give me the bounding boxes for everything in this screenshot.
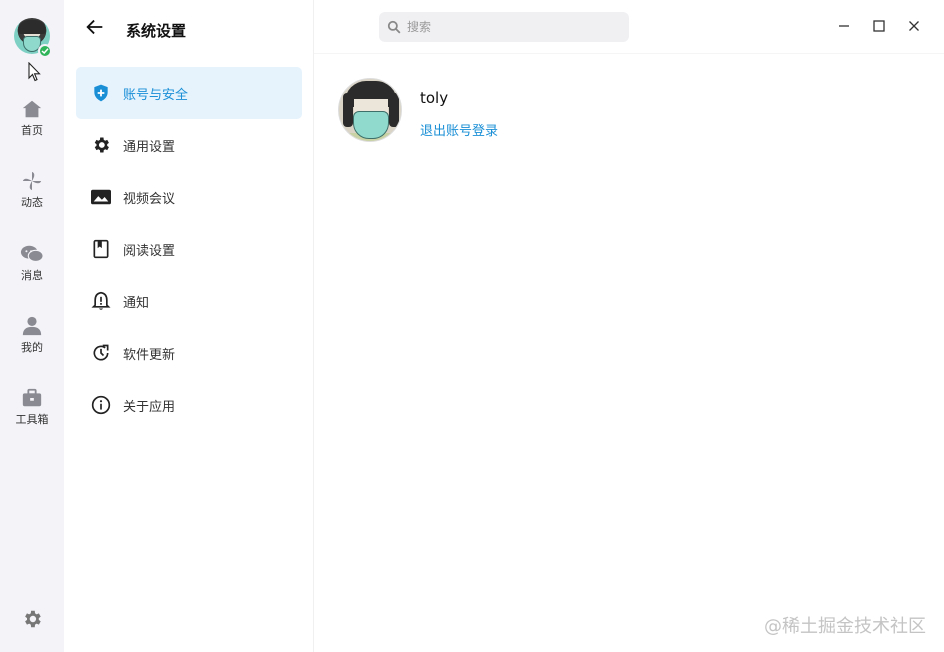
nav-item-software-update[interactable]: 软件更新 <box>76 327 302 379</box>
update-icon <box>90 342 112 364</box>
shield-plus-icon <box>90 82 112 104</box>
rail-item-label: 工具箱 <box>15 413 49 426</box>
bell-alert-icon <box>90 290 112 312</box>
user-icon <box>22 316 42 336</box>
gear-icon <box>90 134 112 156</box>
logout-link[interactable]: 退出账号登录 <box>420 120 498 139</box>
nav-item-general[interactable]: 通用设置 <box>76 119 302 171</box>
rail-item-home[interactable]: 首页 <box>0 98 64 138</box>
app-rail: 首页 动态 消息 我的 工具箱 <box>0 0 64 652</box>
search-icon <box>387 20 401 34</box>
nav-item-notification[interactable]: 通知 <box>76 275 302 327</box>
nav-item-label: 软件更新 <box>123 347 176 363</box>
maximize-button[interactable] <box>870 17 888 35</box>
online-status-icon <box>38 44 52 58</box>
nav-item-label: 通用设置 <box>123 139 176 155</box>
username: toly <box>420 89 449 107</box>
maximize-icon <box>873 20 885 32</box>
mouse-cursor-icon <box>28 62 41 82</box>
nav-item-label: 关于应用 <box>123 399 176 415</box>
watermark: @稀土掘金技术社区 <box>764 616 926 637</box>
close-icon <box>909 21 919 31</box>
video-icon <box>90 186 112 208</box>
minimize-button[interactable] <box>835 17 853 35</box>
home-icon <box>22 100 42 118</box>
nav-item-label: 通知 <box>123 295 150 311</box>
info-icon <box>90 394 112 416</box>
nav-item-label: 阅读设置 <box>123 243 176 259</box>
back-arrow-icon[interactable] <box>84 16 106 38</box>
pinwheel-icon <box>22 171 42 191</box>
nav-item-video-meeting[interactable]: 视频会议 <box>76 171 302 223</box>
minimize-icon <box>839 25 849 27</box>
rail-item-moments[interactable]: 动态 <box>0 170 64 210</box>
divider <box>314 53 944 54</box>
book-icon <box>90 238 112 260</box>
close-button[interactable] <box>905 17 923 35</box>
nav-item-label: 账号与安全 <box>123 87 189 103</box>
nav-item-account-security[interactable]: 账号与安全 <box>76 67 302 119</box>
rail-item-label: 首页 <box>21 124 43 137</box>
nav-item-about[interactable]: 关于应用 <box>76 379 302 431</box>
rail-item-label: 我的 <box>21 341 43 354</box>
rail-item-label: 动态 <box>21 196 43 209</box>
rail-item-messages[interactable]: 消息 <box>0 243 64 283</box>
profile-avatar[interactable] <box>338 78 402 142</box>
rail-item-label: 消息 <box>21 269 43 282</box>
rail-item-me[interactable]: 我的 <box>0 315 64 355</box>
page-title: 系统设置 <box>126 22 187 40</box>
search-input[interactable] <box>407 20 607 34</box>
nav-item-reading[interactable]: 阅读设置 <box>76 223 302 275</box>
gear-icon[interactable] <box>21 608 43 630</box>
settings-menu: 账号与安全 通用设置 视频会议 阅读设置 通知 软件更新 关于应用 <box>76 67 302 431</box>
chat-icon <box>20 245 44 262</box>
rail-item-toolbox[interactable]: 工具箱 <box>0 387 64 427</box>
toolbox-icon <box>22 388 42 407</box>
search-box[interactable] <box>379 12 629 42</box>
nav-item-label: 视频会议 <box>123 191 176 207</box>
